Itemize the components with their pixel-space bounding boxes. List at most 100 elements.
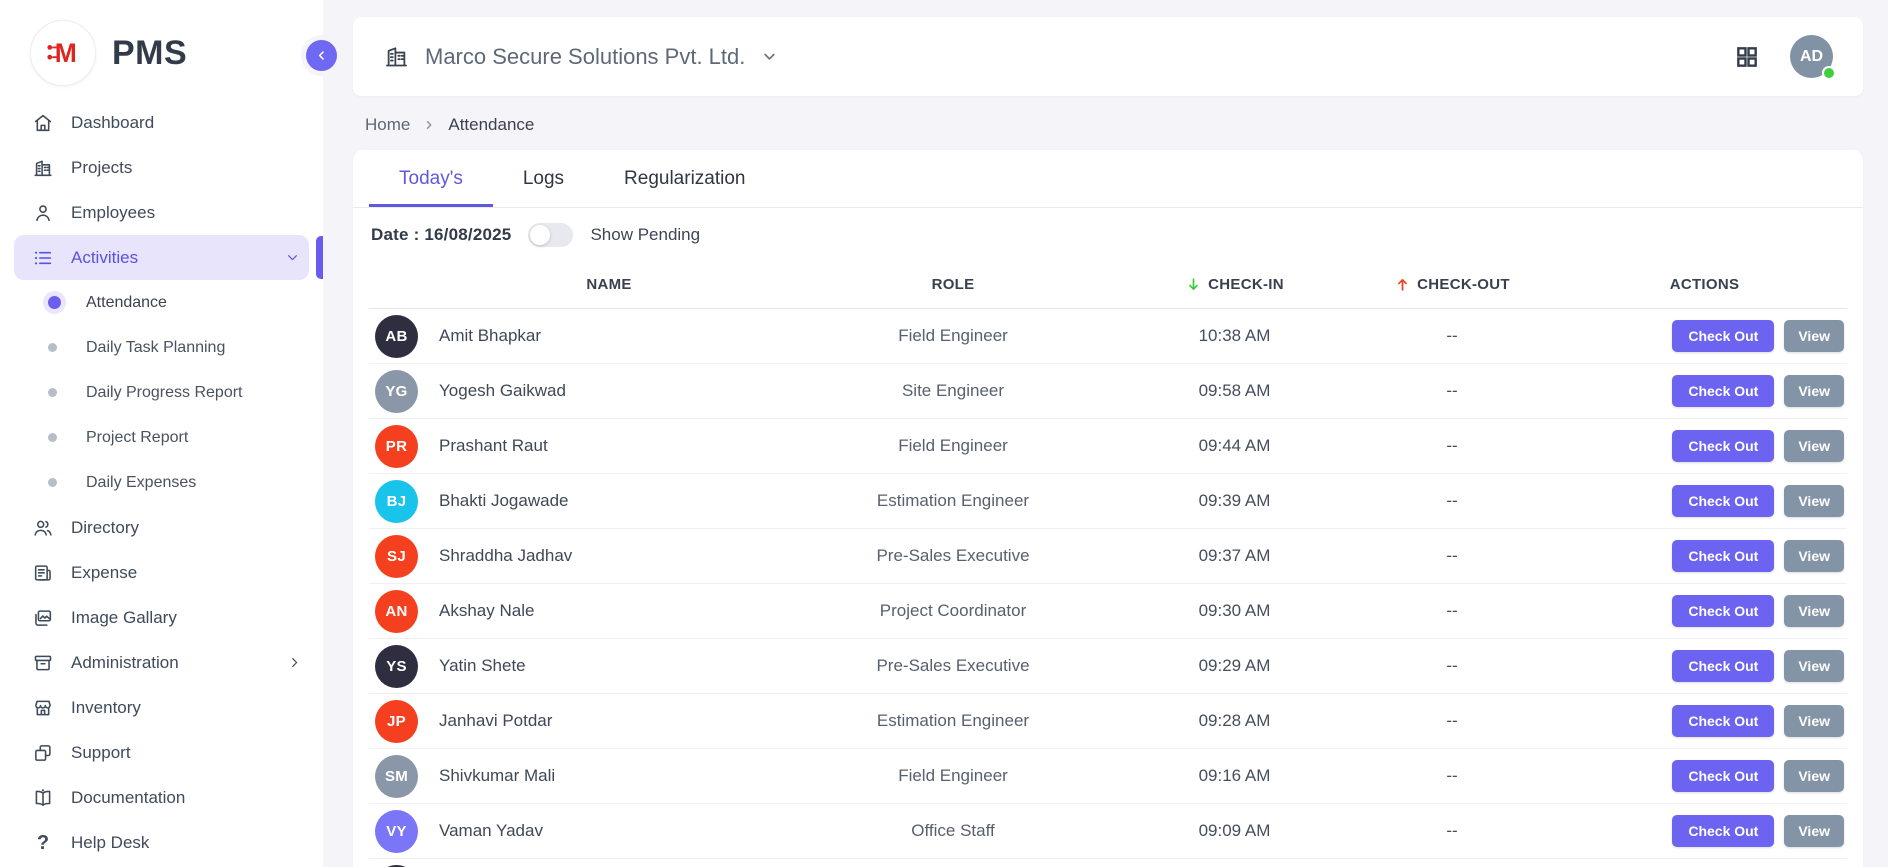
- check-out-button[interactable]: Check Out: [1672, 595, 1774, 627]
- attendance-table: NAME ROLE CHECK-IN CHECK-OUT ACTIONS: [369, 262, 1847, 867]
- employee-role: Project Coordinator: [779, 601, 1127, 621]
- sidebar-item-dashboard[interactable]: Dashboard: [0, 100, 323, 145]
- list-icon: [32, 247, 54, 269]
- tab-logs[interactable]: Logs: [493, 150, 594, 207]
- check-in-time: 09:16 AM: [1127, 766, 1342, 786]
- view-button[interactable]: View: [1784, 705, 1844, 737]
- view-button[interactable]: View: [1784, 540, 1844, 572]
- table-row-partial: [369, 859, 1847, 867]
- sidebar-item-image-gallary[interactable]: Image Gallary: [0, 595, 323, 640]
- image-icon: [32, 607, 54, 629]
- sidebar-item-expense[interactable]: Expense: [0, 550, 323, 595]
- sidebar-collapse-button[interactable]: [306, 40, 337, 71]
- sidebar-item-directory[interactable]: Directory: [0, 505, 323, 550]
- building-icon: [383, 43, 410, 70]
- employee-name: Prashant Raut: [439, 436, 779, 456]
- check-out-button[interactable]: Check Out: [1672, 705, 1774, 737]
- filter-row: Date : 16/08/2025 Show Pending: [353, 208, 1863, 260]
- arrow-down-icon: [1185, 276, 1202, 293]
- sidebar-item-daily-progress-report[interactable]: Daily Progress Report: [0, 370, 323, 415]
- view-button[interactable]: View: [1784, 430, 1844, 462]
- view-button[interactable]: View: [1784, 815, 1844, 847]
- tab-regularization[interactable]: Regularization: [594, 150, 775, 207]
- sidebar-item-attendance[interactable]: Attendance: [0, 280, 323, 325]
- view-button[interactable]: View: [1784, 760, 1844, 792]
- check-out-time: --: [1342, 821, 1562, 841]
- check-out-button[interactable]: Check Out: [1672, 540, 1774, 572]
- sidebar-item-projects[interactable]: Projects: [0, 145, 323, 190]
- view-button[interactable]: View: [1784, 320, 1844, 352]
- check-out-button[interactable]: Check Out: [1672, 650, 1774, 682]
- table-header: NAME ROLE CHECK-IN CHECK-OUT ACTIONS: [369, 262, 1847, 309]
- chevron-right-icon: [286, 654, 303, 671]
- person-icon: [32, 202, 54, 224]
- tab-todays[interactable]: Today's: [369, 150, 493, 207]
- sidebar-item-activities[interactable]: Activities: [14, 235, 309, 280]
- table-row: JP Janhavi Potdar Estimation Engineer 09…: [369, 694, 1847, 749]
- employee-name: Amit Bhapkar: [439, 326, 779, 346]
- check-out-button[interactable]: Check Out: [1672, 760, 1774, 792]
- bullet-icon: [48, 433, 57, 442]
- people-icon: [32, 517, 54, 539]
- avatar: PR: [375, 425, 418, 468]
- employee-name: Yogesh Gaikwad: [439, 381, 779, 401]
- avatar: YG: [375, 370, 418, 413]
- table-row: BJ Bhakti Jogawade Estimation Engineer 0…: [369, 474, 1847, 529]
- check-out-button[interactable]: Check Out: [1672, 375, 1774, 407]
- avatar: YS: [375, 645, 418, 688]
- employee-name: Yatin Shete: [439, 656, 779, 676]
- check-out-time: --: [1342, 601, 1562, 621]
- user-avatar[interactable]: AD: [1790, 35, 1833, 78]
- apps-grid-icon[interactable]: [1734, 44, 1760, 70]
- online-status-dot: [1822, 66, 1836, 80]
- date-label: Date : 16/08/2025: [371, 225, 511, 245]
- breadcrumb-home[interactable]: Home: [365, 115, 410, 135]
- check-out-time: --: [1342, 326, 1562, 346]
- employee-name: Akshay Nale: [439, 601, 779, 621]
- show-pending-toggle[interactable]: [528, 223, 573, 247]
- check-out-button[interactable]: Check Out: [1672, 430, 1774, 462]
- employee-role: Estimation Engineer: [779, 491, 1127, 511]
- table-row: VY Vaman Yadav Office Staff 09:09 AM -- …: [369, 804, 1847, 859]
- col-check-out: CHECK-OUT: [1342, 276, 1562, 293]
- avatar: BJ: [375, 480, 418, 523]
- check-out-button[interactable]: Check Out: [1672, 320, 1774, 352]
- employee-name: Janhavi Potdar: [439, 711, 779, 731]
- check-in-time: 09:37 AM: [1127, 546, 1342, 566]
- check-in-time: 09:44 AM: [1127, 436, 1342, 456]
- employee-name: Shraddha Jadhav: [439, 546, 779, 566]
- sidebar-item-support[interactable]: Support: [0, 730, 323, 775]
- sidebar-item-daily-expenses[interactable]: Daily Expenses: [0, 460, 323, 505]
- sidebar-item-daily-task-planning[interactable]: Daily Task Planning: [0, 325, 323, 370]
- show-pending-label: Show Pending: [590, 225, 700, 245]
- view-button[interactable]: View: [1784, 375, 1844, 407]
- employee-role: Pre-Sales Executive: [779, 546, 1127, 566]
- table-row: AB Amit Bhapkar Field Engineer 10:38 AM …: [369, 309, 1847, 364]
- check-out-button[interactable]: Check Out: [1672, 485, 1774, 517]
- view-button[interactable]: View: [1784, 650, 1844, 682]
- employee-role: Pre-Sales Executive: [779, 656, 1127, 676]
- view-button[interactable]: View: [1784, 595, 1844, 627]
- check-out-time: --: [1342, 436, 1562, 456]
- store-icon: [32, 697, 54, 719]
- chevron-down-icon: [760, 47, 779, 66]
- sidebar-item-inventory[interactable]: Inventory: [0, 685, 323, 730]
- chevron-right-icon: [422, 118, 436, 132]
- sidebar-item-project-report[interactable]: Project Report: [0, 415, 323, 460]
- avatar: VY: [375, 810, 418, 853]
- sidebar-item-help-desk[interactable]: ? Help Desk: [0, 820, 323, 865]
- avatar: JP: [375, 700, 418, 743]
- table-row: YG Yogesh Gaikwad Site Engineer 09:58 AM…: [369, 364, 1847, 419]
- table-row: YS Yatin Shete Pre-Sales Executive 09:29…: [369, 639, 1847, 694]
- check-out-button[interactable]: Check Out: [1672, 815, 1774, 847]
- sidebar-item-administration[interactable]: Administration: [0, 640, 323, 685]
- sidebar-item-employees[interactable]: Employees: [0, 190, 323, 235]
- view-button[interactable]: View: [1784, 485, 1844, 517]
- employee-role: Field Engineer: [779, 326, 1127, 346]
- company-selector[interactable]: Marco Secure Solutions Pvt. Ltd.: [383, 43, 779, 70]
- bullet-icon: [48, 343, 57, 352]
- check-out-time: --: [1342, 546, 1562, 566]
- top-header: Marco Secure Solutions Pvt. Ltd. AD: [353, 17, 1863, 96]
- check-in-time: 10:38 AM: [1127, 326, 1342, 346]
- sidebar-item-documentation[interactable]: Documentation: [0, 775, 323, 820]
